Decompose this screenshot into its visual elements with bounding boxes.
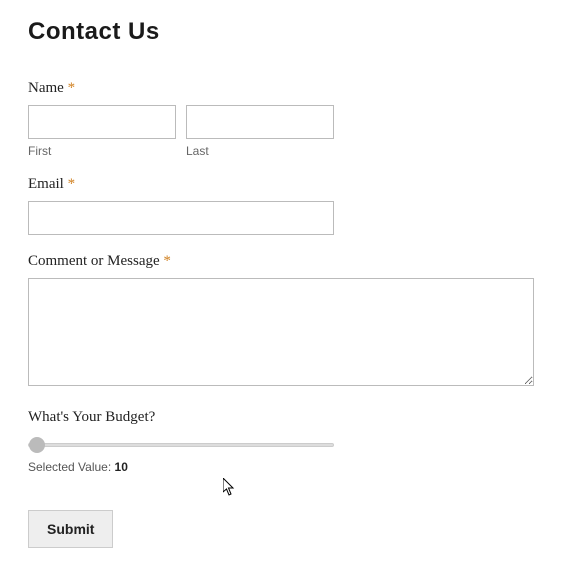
required-asterisk: *: [163, 253, 171, 269]
budget-selected-number: 10: [115, 460, 128, 474]
required-asterisk: *: [68, 80, 76, 96]
required-asterisk: *: [68, 176, 76, 192]
first-name-sublabel: First: [28, 144, 176, 158]
name-label: Name *: [28, 80, 534, 97]
first-name-input[interactable]: [28, 105, 176, 139]
budget-label: What's Your Budget?: [28, 409, 534, 426]
budget-field-group: What's Your Budget? Selected Value: 10: [28, 409, 534, 474]
contact-form: Name * First Last Email * Comment or Mes…: [28, 80, 534, 548]
first-name-col: First: [28, 105, 176, 158]
message-label-text: Comment or Message: [28, 253, 160, 269]
message-field-group: Comment or Message *: [28, 253, 534, 391]
email-label: Email *: [28, 176, 534, 193]
name-label-text: Name: [28, 80, 64, 96]
message-textarea[interactable]: [28, 278, 534, 386]
name-field-group: Name * First Last: [28, 80, 534, 158]
last-name-col: Last: [186, 105, 334, 158]
last-name-input[interactable]: [186, 105, 334, 139]
message-label: Comment or Message *: [28, 253, 534, 270]
email-input[interactable]: [28, 201, 334, 235]
page-title: Contact Us: [28, 18, 534, 46]
name-row: First Last: [28, 105, 534, 158]
email-field-group: Email *: [28, 176, 534, 235]
budget-slider-container: [28, 434, 334, 452]
last-name-sublabel: Last: [186, 144, 334, 158]
budget-selected-value: Selected Value: 10: [28, 460, 534, 474]
email-label-text: Email: [28, 176, 64, 192]
budget-selected-label: Selected Value:: [28, 460, 115, 474]
budget-slider[interactable]: [28, 443, 334, 447]
